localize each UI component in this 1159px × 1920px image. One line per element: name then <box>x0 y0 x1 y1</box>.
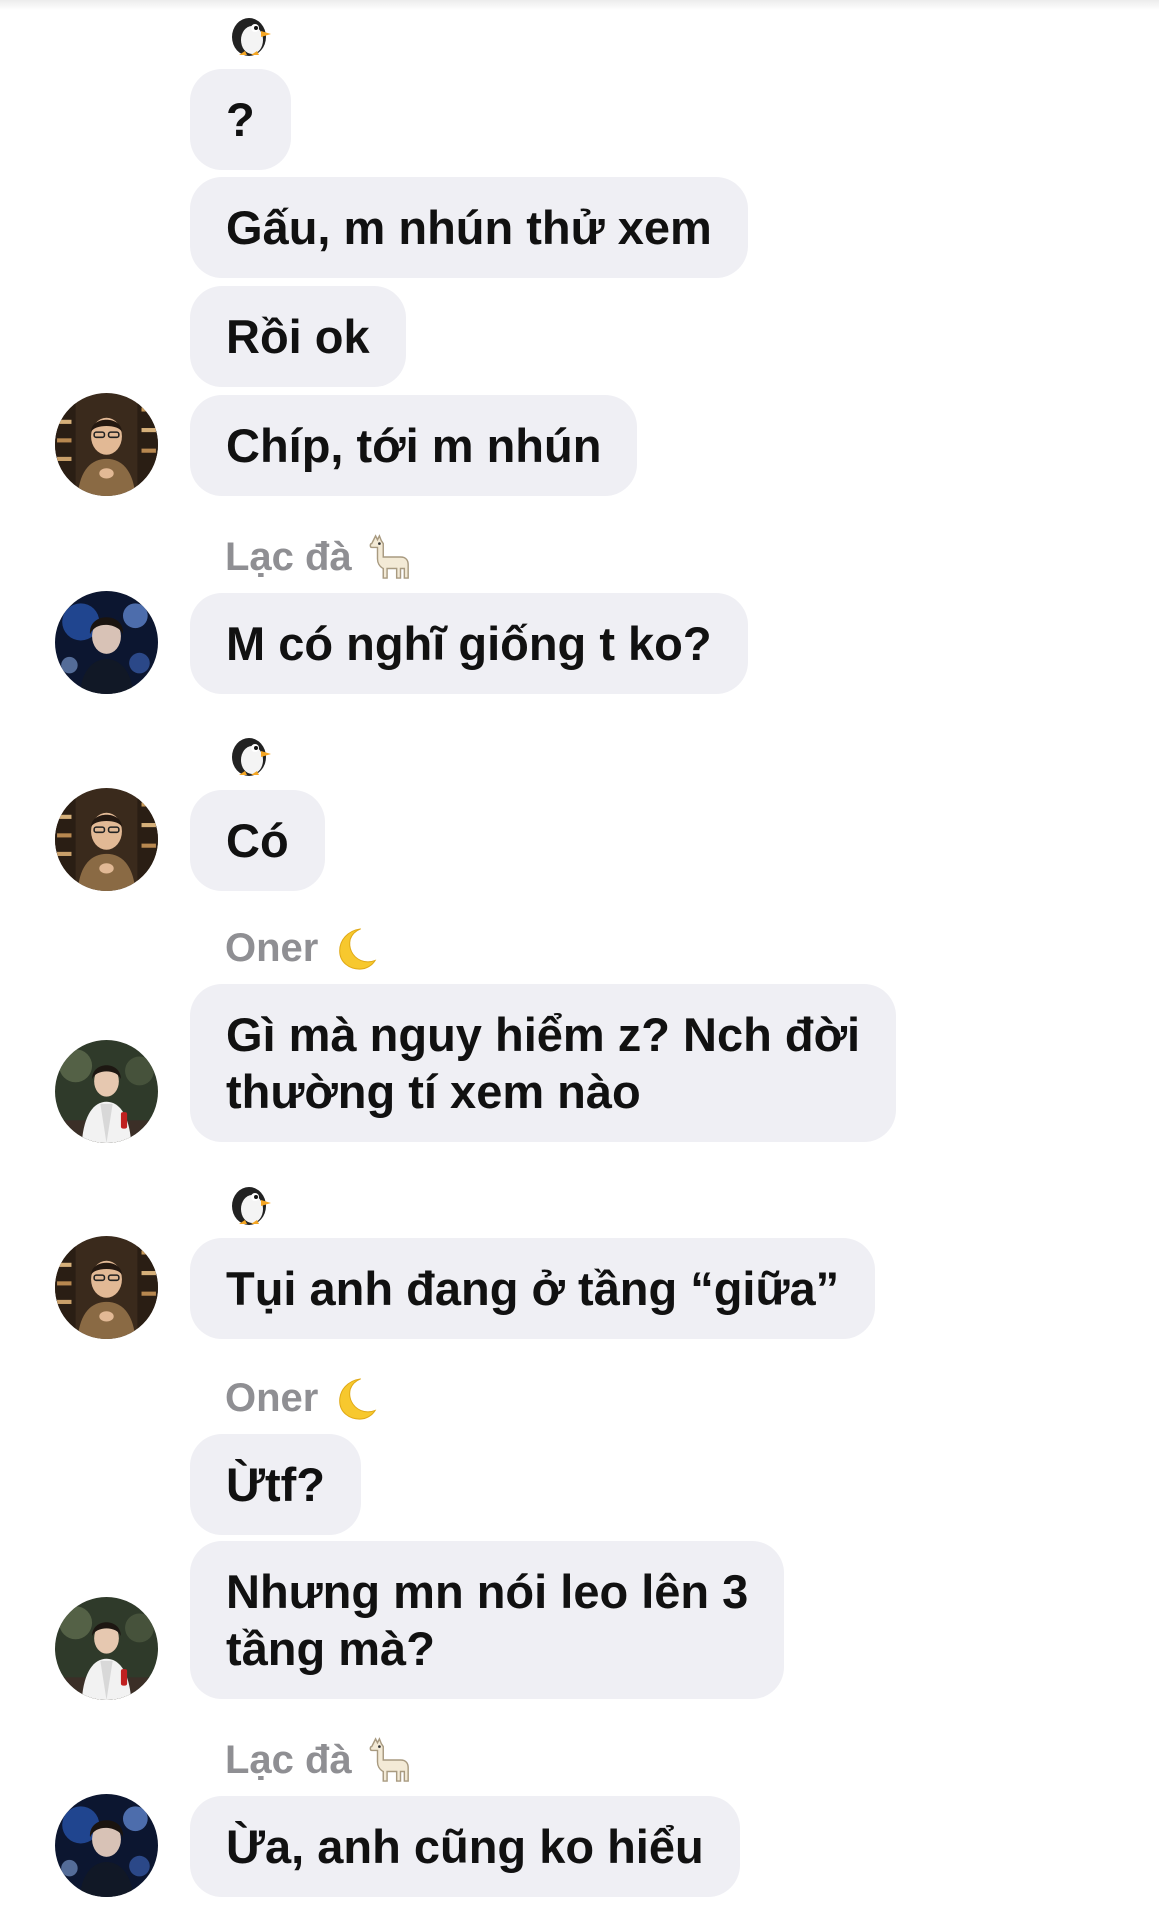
sender-name: Oner <box>225 1375 319 1420</box>
message-bubble[interactable]: ? <box>190 69 291 170</box>
white-jacket-avatar-image <box>55 1597 158 1700</box>
avatar[interactable] <box>55 591 158 694</box>
llama-icon <box>366 534 412 580</box>
message-text: M có nghĩ giống t ko? <box>226 617 712 670</box>
penguin-icon <box>225 731 273 779</box>
white-jacket-avatar-image <box>55 1040 158 1143</box>
avatar[interactable] <box>55 1794 158 1897</box>
message-text: Có <box>226 814 289 867</box>
message-text: Rồi ok <box>226 310 370 363</box>
message-text: Gấu, m nhún thử xem <box>226 201 712 254</box>
brown-sweater-avatar-image <box>55 1236 158 1339</box>
sender-header: Oner <box>225 1373 378 1423</box>
sender-header: Oner <box>225 923 378 973</box>
message-text: Ừtf? <box>226 1458 326 1511</box>
brown-sweater-avatar-image <box>55 393 158 496</box>
message-text: Chíp, tới m nhún <box>226 419 602 472</box>
sender-header: Lạc đà <box>225 532 412 582</box>
message-bubble[interactable]: Gấu, m nhún thử xem <box>190 177 748 278</box>
message-text-line: thường tí xem nào <box>226 1065 641 1118</box>
blue-light-avatar-image <box>55 591 158 694</box>
sender-name: Lạc đà <box>225 534 352 579</box>
message-bubble[interactable]: Chíp, tới m nhún <box>190 395 638 496</box>
sender-header <box>225 730 273 780</box>
message-bubble[interactable]: M có nghĩ giống t ko? <box>190 593 748 694</box>
message-text: ? <box>226 93 255 146</box>
penguin-icon <box>225 1180 273 1228</box>
message-text-line: Nhưng mn nói leo lên 3 <box>226 1565 749 1618</box>
message-text-line: tầng mà? <box>226 1622 435 1675</box>
sender-header <box>225 10 273 60</box>
message-text: Ừa, anh cũng ko hiểu <box>226 1820 704 1873</box>
sender-name: Lạc đà <box>225 1737 352 1782</box>
avatar[interactable] <box>55 393 158 496</box>
message-bubble[interactable]: Tụi anh đang ở tầng “giữa” <box>190 1238 876 1339</box>
message-text: Tụi anh đang ở tầng “giữa” <box>226 1262 840 1315</box>
message-bubble[interactable]: Gì mà nguy hiểm z? Nch đời thường tí xem… <box>190 984 897 1142</box>
avatar[interactable] <box>55 1040 158 1143</box>
penguin-icon <box>225 11 273 59</box>
message-bubble[interactable]: Rồi ok <box>190 286 406 387</box>
sender-name: Oner <box>225 925 319 970</box>
message-bubble[interactable]: Có <box>190 790 325 891</box>
avatar[interactable] <box>55 788 158 891</box>
sender-header <box>225 1179 273 1229</box>
message-bubble[interactable]: Nhưng mn nói leo lên 3 tầng mà? <box>190 1541 785 1699</box>
crescent-moon-icon <box>332 925 378 971</box>
chat-thread[interactable]: ? Gấu, m nhún thử xem Rồi ok Chíp, tới m… <box>0 0 1159 1920</box>
sender-header: Lạc đà <box>225 1735 412 1785</box>
blue-light-avatar-image <box>55 1794 158 1897</box>
crescent-moon-icon <box>332 1375 378 1421</box>
message-bubble[interactable]: Ừa, anh cũng ko hiểu <box>190 1796 740 1897</box>
message-bubble[interactable]: Ừtf? <box>190 1434 362 1535</box>
brown-sweater-avatar-image <box>55 788 158 891</box>
avatar[interactable] <box>55 1236 158 1339</box>
avatar[interactable] <box>55 1597 158 1700</box>
llama-icon <box>366 1737 412 1783</box>
message-text-line: Gì mà nguy hiểm z? Nch đời <box>226 1008 861 1061</box>
